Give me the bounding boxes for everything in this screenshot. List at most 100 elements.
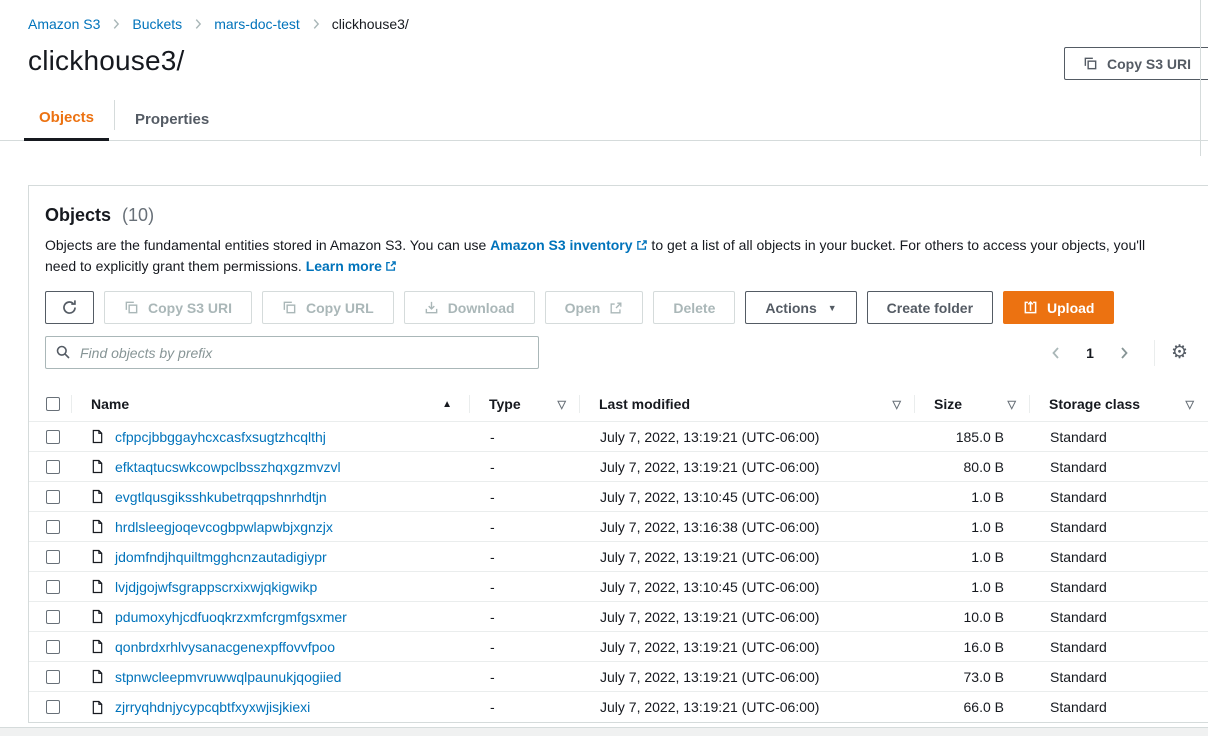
row-checkbox[interactable] bbox=[46, 610, 60, 624]
download-button[interactable]: Download bbox=[404, 291, 535, 324]
column-header-name[interactable]: Name▲ bbox=[72, 387, 470, 421]
object-size: 1.0 B bbox=[915, 519, 1030, 535]
copy-url-button[interactable]: Copy URL bbox=[262, 291, 394, 324]
breadcrumb-bucket-name[interactable]: mars-doc-test bbox=[214, 16, 300, 32]
object-size: 1.0 B bbox=[915, 579, 1030, 595]
refresh-button[interactable] bbox=[45, 291, 94, 324]
sort-icon: ▽ bbox=[1186, 398, 1194, 411]
tab-objects[interactable]: Objects bbox=[24, 98, 109, 141]
file-icon bbox=[91, 459, 104, 474]
upload-button[interactable]: Upload bbox=[1003, 291, 1114, 324]
preferences-gear-button[interactable]: ⚙ bbox=[1169, 343, 1190, 362]
object-name-link[interactable]: lvjdjgojwfsgrappscrxixwjqkigwikp bbox=[115, 579, 317, 595]
object-storage-class: Standard bbox=[1030, 429, 1208, 445]
file-icon bbox=[91, 669, 104, 684]
table-row: jdomfndjhquiltmgghcnzautadigiypr - July … bbox=[29, 542, 1208, 572]
table-row: evgtlqusgiksshkubetrqqpshnrhdtjn - July … bbox=[29, 482, 1208, 512]
row-checkbox[interactable] bbox=[46, 700, 60, 714]
actions-dropdown-button[interactable]: Actions ▼ bbox=[745, 291, 856, 324]
upload-label: Upload bbox=[1047, 300, 1094, 316]
gear-icon: ⚙ bbox=[1171, 342, 1188, 363]
row-checkbox[interactable] bbox=[46, 640, 60, 654]
sort-icon: ▽ bbox=[558, 398, 566, 411]
open-label: Open bbox=[565, 300, 601, 316]
object-name-link[interactable]: hrdlsleegjoqevcogbpwlapwbjxgnzjx bbox=[115, 519, 333, 535]
row-checkbox[interactable] bbox=[46, 430, 60, 444]
object-name-link[interactable]: stpnwcleepmvruwwqlpaunukjqogiied bbox=[115, 669, 341, 685]
objects-table: Name▲ Type▽ Last modified▽ Size▽ Storage… bbox=[29, 386, 1208, 722]
breadcrumb-amazon-s3[interactable]: Amazon S3 bbox=[28, 16, 100, 32]
tab-properties[interactable]: Properties bbox=[120, 98, 224, 141]
column-header-last-modified[interactable]: Last modified▽ bbox=[580, 387, 915, 421]
description-text: Objects are the fundamental entities sto… bbox=[45, 237, 490, 253]
copy-url-label: Copy URL bbox=[306, 300, 374, 316]
object-name-link[interactable]: qonbrdxrhlvysanacgenexpffovvfpoo bbox=[115, 639, 335, 655]
actions-label: Actions bbox=[765, 300, 816, 316]
search-input[interactable] bbox=[45, 336, 539, 369]
chevron-left-icon bbox=[1048, 345, 1064, 361]
amazon-s3-inventory-link[interactable]: Amazon S3 inventory bbox=[490, 237, 647, 253]
copy-s3-uri-header-label: Copy S3 URI bbox=[1107, 56, 1191, 72]
object-last-modified: July 7, 2022, 13:10:45 (UTC-06:00) bbox=[580, 579, 915, 595]
objects-heading: Objects (10) bbox=[45, 205, 1192, 226]
object-type: - bbox=[470, 459, 580, 475]
next-page-button[interactable] bbox=[1108, 341, 1140, 365]
object-type: - bbox=[470, 609, 580, 625]
objects-description: Objects are the fundamental entities sto… bbox=[45, 235, 1177, 277]
delete-button[interactable]: Delete bbox=[653, 291, 735, 324]
page-bottom-strip bbox=[0, 727, 1208, 736]
tab-divider bbox=[114, 100, 115, 130]
learn-more-link[interactable]: Learn more bbox=[306, 258, 397, 274]
copy-s3-uri-header-button[interactable]: Copy S3 URI bbox=[1064, 47, 1208, 80]
breadcrumb: Amazon S3 Buckets mars-doc-test clickhou… bbox=[0, 0, 1208, 32]
file-icon bbox=[91, 549, 104, 564]
object-name-link[interactable]: evgtlqusgiksshkubetrqqpshnrhdtjn bbox=[115, 489, 327, 505]
object-name-link[interactable]: jdomfndjhquiltmgghcnzautadigiypr bbox=[115, 549, 327, 565]
object-storage-class: Standard bbox=[1030, 489, 1208, 505]
open-button[interactable]: Open bbox=[545, 291, 644, 324]
file-icon bbox=[91, 639, 104, 654]
object-size: 73.0 B bbox=[915, 669, 1030, 685]
row-checkbox[interactable] bbox=[46, 520, 60, 534]
object-name-link[interactable]: cfppcjbbggayhcxcasfxsugtzhcqlthj bbox=[115, 429, 326, 445]
column-header-size[interactable]: Size▽ bbox=[915, 387, 1030, 421]
upload-icon bbox=[1023, 300, 1038, 315]
copy-s3-uri-button[interactable]: Copy S3 URI bbox=[104, 291, 252, 324]
size-header-label: Size bbox=[934, 396, 962, 412]
row-checkbox[interactable] bbox=[46, 580, 60, 594]
inventory-link-label: Amazon S3 inventory bbox=[490, 237, 632, 253]
chevron-right-icon bbox=[1116, 345, 1132, 361]
row-checkbox[interactable] bbox=[46, 460, 60, 474]
page-header: Amazon S3 Buckets mars-doc-test clickhou… bbox=[0, 0, 1208, 156]
object-last-modified: July 7, 2022, 13:19:21 (UTC-06:00) bbox=[580, 609, 915, 625]
search-box bbox=[45, 336, 539, 369]
row-checkbox[interactable] bbox=[46, 550, 60, 564]
caret-down-icon: ▼ bbox=[828, 303, 837, 313]
file-icon bbox=[91, 609, 104, 624]
external-link-icon bbox=[385, 257, 397, 277]
delete-label: Delete bbox=[673, 300, 715, 316]
name-header-label: Name bbox=[91, 396, 129, 412]
objects-heading-label: Objects bbox=[45, 205, 111, 225]
object-storage-class: Standard bbox=[1030, 639, 1208, 655]
object-name-link[interactable]: efktaqtucswkcowpclbsszhqxgzmvzvl bbox=[115, 459, 341, 475]
previous-page-button[interactable] bbox=[1040, 341, 1072, 365]
column-header-type[interactable]: Type▽ bbox=[470, 387, 580, 421]
object-name-link[interactable]: zjrryqhdnjycypcqbtfxyxwjisjkiexi bbox=[115, 699, 310, 715]
object-size: 1.0 B bbox=[915, 549, 1030, 565]
chevron-right-icon bbox=[191, 17, 205, 31]
table-row: hrdlsleegjoqevcogbpwlapwbjxgnzjx - July … bbox=[29, 512, 1208, 542]
file-icon bbox=[91, 489, 104, 504]
breadcrumb-buckets[interactable]: Buckets bbox=[132, 16, 182, 32]
object-name-link[interactable]: pdumoxyhjcdfuoqkrzxmfcrgmfgsxmer bbox=[115, 609, 347, 625]
external-link-icon bbox=[636, 236, 648, 256]
create-folder-button[interactable]: Create folder bbox=[867, 291, 993, 324]
object-size: 80.0 B bbox=[915, 459, 1030, 475]
row-checkbox[interactable] bbox=[46, 490, 60, 504]
refresh-icon bbox=[61, 299, 78, 316]
select-all-checkbox[interactable] bbox=[46, 397, 60, 411]
object-storage-class: Standard bbox=[1030, 609, 1208, 625]
column-header-storage-class[interactable]: Storage class▽ bbox=[1030, 387, 1208, 421]
page-number[interactable]: 1 bbox=[1076, 341, 1104, 365]
row-checkbox[interactable] bbox=[46, 670, 60, 684]
